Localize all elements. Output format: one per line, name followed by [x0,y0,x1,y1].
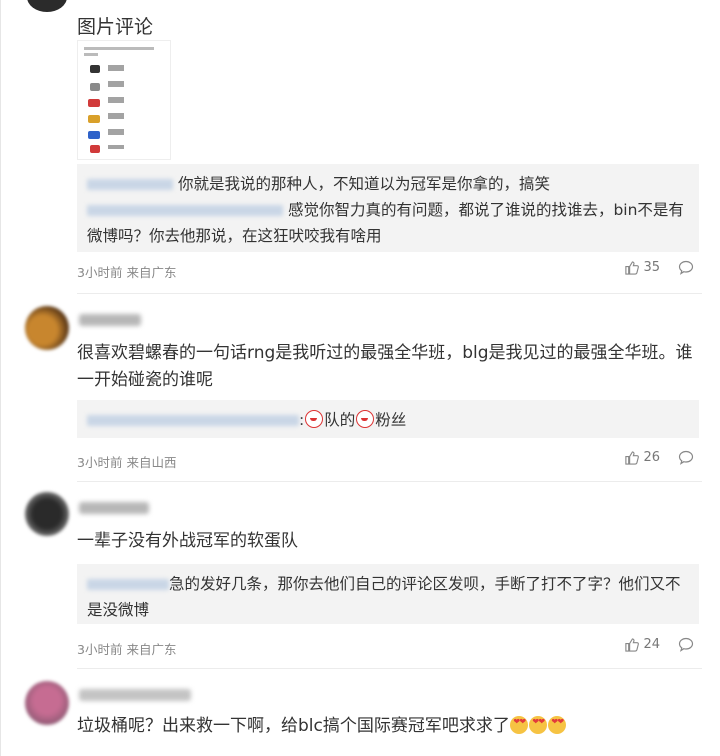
heart-eyes-emoji-icon [548,716,567,734]
comment-actions: 24 [624,637,694,652]
avatar[interactable] [27,0,67,12]
location: 来自广东 [126,642,177,657]
comment-feed: 图片评论 你就是我说的那种人，不知道以为冠军是你拿的，搞笑 感觉你智力真的有问题… [0,0,720,756]
blurred-username[interactable] [79,314,141,326]
reply-colon: : [299,411,305,429]
thumbs-up-icon [625,261,640,275]
reply-text: 你就是我说的那种人，不知道以为冠军是你拿的，搞笑 [177,175,550,193]
location: 来自广东 [126,265,177,280]
comment-bubble-icon[interactable] [678,450,694,465]
comment-meta: 3小时前 来自山西 [77,452,176,471]
like-button[interactable]: 24 [624,637,660,652]
reply-text-2: 粉丝 [375,411,407,429]
location: 来自山西 [126,455,177,470]
thumbs-up-icon [625,638,640,652]
blurred-username[interactable] [87,415,299,426]
timestamp: 3小时前 [77,265,123,280]
like-button[interactable]: 26 [624,450,660,465]
reply-box: : 队的 粉丝 [77,400,699,438]
heart-eyes-emoji-icon [510,716,529,734]
comment-text: 一辈子没有外战冠军的软蛋队 [77,531,298,551]
clown-emoji-icon [356,410,375,428]
avatar[interactable] [25,306,69,350]
comment-bubble-icon[interactable] [678,260,694,275]
reply-box: 你就是我说的那种人，不知道以为冠军是你拿的，搞笑 感觉你智力真的有问题，都说了谁… [77,164,699,252]
thumbs-up-icon [625,451,640,465]
like-count: 24 [643,637,660,652]
blurred-username[interactable] [79,689,191,701]
like-count: 35 [643,260,660,275]
comment-bubble-icon[interactable] [678,637,694,652]
reply-box: 急的发好几条，那你去他们自己的评论区发呗，手断了打不了字？他们又不是没微博 [77,564,699,624]
like-button[interactable]: 35 [624,260,660,275]
avatar[interactable] [25,681,69,725]
comment-meta: 3小时前 来自广东 [77,262,176,281]
timestamp: 3小时前 [77,455,123,470]
comment-meta: 3小时前 来自广东 [77,639,176,658]
comment-text-content: 垃圾桶呢？出来救一下啊，给blc搞个国际赛冠军吧求求了 [77,716,510,736]
heart-eyes-emoji-icon [529,716,548,734]
clown-emoji-icon [305,410,324,428]
reply-text: 队的 [324,411,356,429]
blurred-username[interactable] [87,579,169,590]
timestamp: 3小时前 [77,642,123,657]
image-comment-label: 图片评论 [77,16,154,38]
like-count: 26 [643,450,660,465]
blurred-username[interactable] [87,179,173,190]
comment-text: 垃圾桶呢？出来救一下啊，给blc搞个国际赛冠军吧求求了 [77,713,697,740]
reply-text: 急的发好几条，那你去他们自己的评论区发呗，手断了打不了字？他们又不是没微博 [87,575,681,619]
comment-image-thumbnail[interactable] [77,40,171,160]
avatar[interactable] [25,492,69,536]
comment-actions: 35 [624,260,694,275]
comment-text: 很喜欢碧螺春的一句话rng是我听过的最强全华班，blg是我见过的最强全华班。谁一… [77,343,693,390]
comment-actions: 26 [624,450,694,465]
blurred-username[interactable] [87,205,283,216]
blurred-username[interactable] [79,502,149,514]
